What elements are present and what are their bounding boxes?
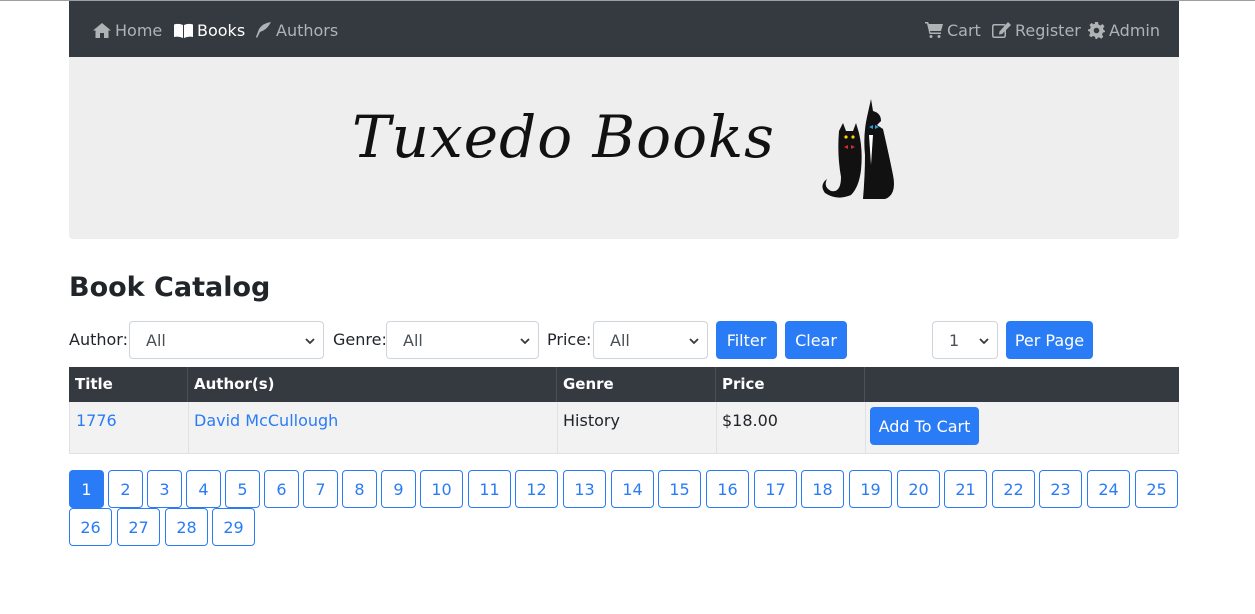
page-button-14[interactable]: 14 (611, 470, 654, 508)
page-button-5[interactable]: 5 (225, 470, 260, 508)
per-page-button[interactable]: Per Page (1006, 321, 1093, 359)
clear-button[interactable]: Clear (785, 321, 847, 359)
column-header-genre: Genre (557, 367, 716, 402)
cart-icon (925, 22, 943, 38)
page-button-22[interactable]: 22 (992, 470, 1035, 508)
navbar: Home Books Authors Cart Register Admin (69, 1, 1179, 57)
page-button-13[interactable]: 13 (563, 470, 606, 508)
per-page-select[interactable]: 1 (932, 321, 998, 359)
column-header-title: Title (69, 367, 188, 402)
page-button-2[interactable]: 2 (108, 470, 143, 508)
page-button-21[interactable]: 21 (944, 470, 987, 508)
home-icon (93, 22, 111, 38)
page-button-24[interactable]: 24 (1087, 470, 1130, 508)
nav-admin-label: Admin (1109, 20, 1160, 40)
filter-button[interactable]: Filter (716, 321, 777, 359)
column-header-price: Price (716, 367, 865, 402)
column-header-authors: Author(s) (188, 367, 557, 402)
page-button-16[interactable]: 16 (706, 470, 749, 508)
book-title-link[interactable]: 1776 (76, 411, 117, 430)
column-header-actions (865, 367, 1179, 402)
table-row: 1776 David McCullough History $18.00 Add… (69, 402, 1179, 454)
nav-admin[interactable]: Admin (1088, 19, 1160, 41)
nav-authors-label: Authors (276, 20, 339, 40)
page-button-4[interactable]: 4 (186, 470, 221, 508)
page-button-8[interactable]: 8 (342, 470, 377, 508)
chevron-down-icon (305, 338, 315, 345)
page-button-9[interactable]: 9 (381, 470, 416, 508)
tuxedo-cats-logo-icon (822, 99, 894, 199)
nav-home-label: Home (115, 20, 163, 40)
chevron-down-icon (979, 338, 989, 345)
nav-home[interactable]: Home (93, 19, 162, 41)
book-open-icon (174, 23, 193, 38)
page-button-10[interactable]: 10 (420, 470, 463, 508)
cell-title: 1776 (70, 402, 189, 453)
author-link[interactable]: David McCullough (194, 411, 338, 430)
page-button-11[interactable]: 11 (468, 470, 511, 508)
banner: Tuxedo Books (69, 57, 1179, 239)
page-button-6[interactable]: 6 (264, 470, 299, 508)
page-button-26[interactable]: 26 (69, 508, 112, 546)
page-button-18[interactable]: 18 (801, 470, 844, 508)
page-button-1[interactable]: 1 (69, 470, 104, 508)
author-filter-label: Author: (69, 330, 128, 349)
page-button-20[interactable]: 20 (897, 470, 940, 508)
table-header: Title Author(s) Genre Price (69, 367, 1179, 402)
logo-text: Tuxedo Books (352, 103, 775, 171)
page-button-27[interactable]: 27 (117, 508, 160, 546)
author-select[interactable]: All (129, 321, 324, 359)
nav-register-label: Register (1015, 20, 1081, 40)
price-filter-label: Price: (547, 330, 592, 349)
genre-select-value: All (403, 330, 423, 350)
page-button-17[interactable]: 17 (754, 470, 797, 508)
nav-cart-label: Cart (947, 20, 981, 40)
nav-cart[interactable]: Cart (925, 19, 981, 41)
cell-price: $18.00 (716, 402, 866, 453)
chevron-down-icon (520, 338, 530, 345)
cell-genre: History (557, 402, 717, 453)
edit-icon (992, 22, 1011, 38)
author-select-value: All (146, 330, 166, 350)
nav-books[interactable]: Books (174, 19, 245, 41)
nav-authors[interactable]: Authors (255, 19, 338, 41)
genre-filter-label: Genre: (333, 330, 387, 349)
page-button-12[interactable]: 12 (515, 470, 558, 508)
page-button-19[interactable]: 19 (849, 470, 892, 508)
page-button-28[interactable]: 28 (165, 508, 208, 546)
page-button-25[interactable]: 25 (1135, 470, 1178, 508)
page-button-3[interactable]: 3 (147, 470, 182, 508)
cell-action: Add To Cart (865, 402, 1179, 453)
nav-register[interactable]: Register (992, 19, 1081, 41)
genre-select[interactable]: All (386, 321, 539, 359)
add-to-cart-button[interactable]: Add To Cart (870, 407, 979, 445)
page-button-15[interactable]: 15 (658, 470, 701, 508)
page-button-29[interactable]: 29 (212, 508, 255, 546)
chevron-down-icon (689, 338, 699, 345)
page-title: Book Catalog (69, 272, 271, 303)
per-page-select-value: 1 (949, 330, 960, 350)
page-button-7[interactable]: 7 (303, 470, 338, 508)
nav-books-label: Books (197, 20, 246, 40)
cell-author: David McCullough (188, 402, 558, 453)
feather-icon (256, 22, 271, 38)
page-button-23[interactable]: 23 (1039, 470, 1082, 508)
price-select[interactable]: All (593, 321, 708, 359)
gear-icon (1088, 21, 1105, 39)
price-select-value: All (610, 330, 630, 350)
